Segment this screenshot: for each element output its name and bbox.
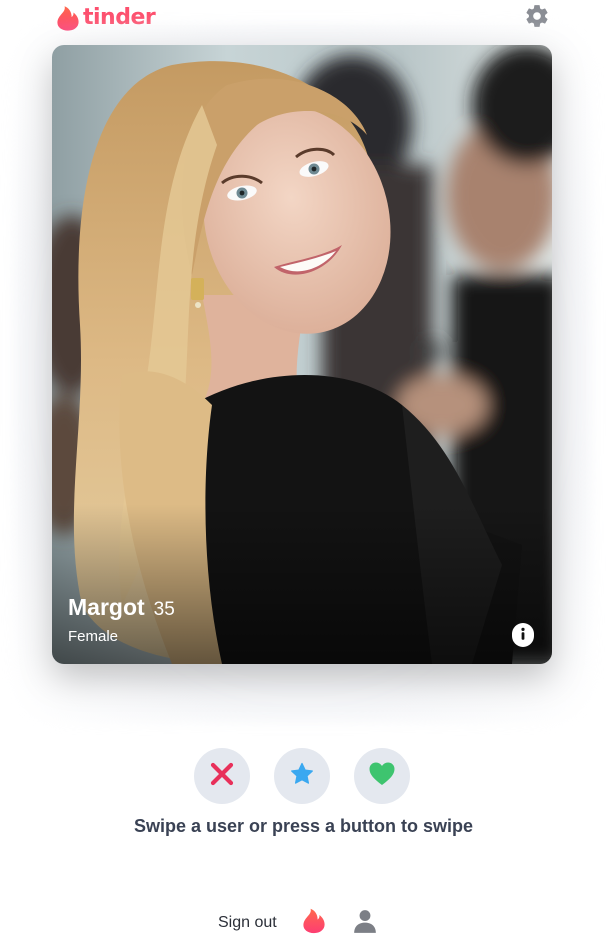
profile-age: 35 [153,599,175,620]
profile-card[interactable]: Margot 35 Female [52,45,552,664]
flame-icon [302,907,326,939]
info-button[interactable] [512,622,534,650]
info-icon [512,622,534,650]
footer-nav: Sign out [218,908,380,938]
action-buttons [194,748,410,804]
name-line: Margot 35 [68,594,175,623]
nope-button[interactable] [194,748,250,804]
heart-icon [368,761,396,792]
app-page: tinder Margot 35 Female Swipe a user or … [0,0,607,945]
card-info: Margot 35 Female [68,594,175,646]
swipe-hint: Swipe a user or press a button to swipe [133,816,474,836]
profile-name: Margot [68,594,145,620]
nav-swipe[interactable] [299,908,329,938]
nav-profile[interactable] [350,908,380,938]
like-button[interactable] [354,748,410,804]
star-icon [289,761,315,792]
profile-gender: Female [68,628,119,645]
super-like-button[interactable] [274,748,330,804]
user-icon [352,908,378,939]
sign-out-link[interactable]: Sign out [218,914,277,932]
x-icon [209,761,235,792]
